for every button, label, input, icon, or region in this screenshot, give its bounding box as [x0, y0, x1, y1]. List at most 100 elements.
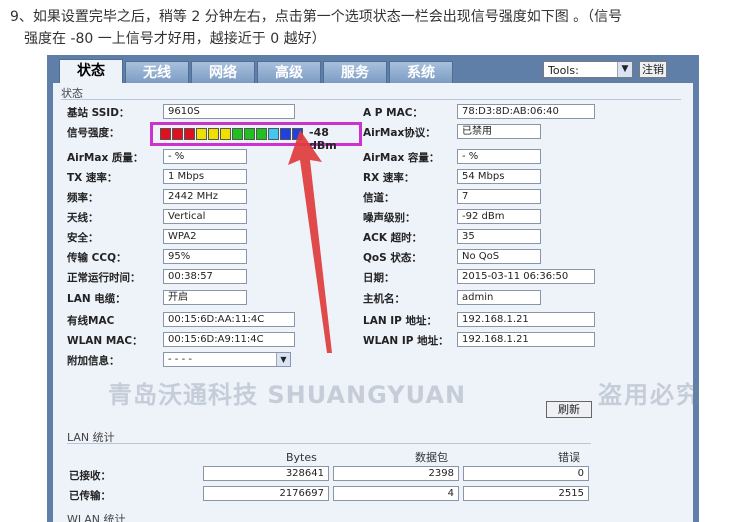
signal-label: 信号强度： [67, 127, 120, 139]
noise-label: 噪声级别： [363, 212, 416, 224]
airmax-quality-label: AirMax 质量： [67, 152, 144, 164]
transmitted-label: 已传输： [69, 490, 111, 502]
tab-services[interactable]: 服务 [323, 61, 387, 83]
watermark-text-right: 盗用必究 [598, 381, 699, 409]
wlan-mac-label: WLAN MAC： [67, 335, 143, 347]
lan-cable-field: 开启 [163, 290, 247, 305]
date-label: 日期： [363, 272, 395, 284]
frequency-field: 2442 MHz [163, 189, 247, 204]
signal-bar [220, 128, 231, 140]
chevron-down-icon: ▼ [617, 62, 632, 77]
wlan-mac-field: 00:15:6D:A9:11:4C [163, 332, 295, 347]
status-panel: 状态 基站 SSID： 信号强度： AirMax 质量： TX 速率： 频率： … [53, 83, 699, 522]
column-header-errors: 错误 [558, 451, 580, 464]
tab-status[interactable]: 状态 [59, 59, 123, 83]
signal-bar [232, 128, 243, 140]
signal-bar [172, 128, 183, 140]
extra-info-select-value: - - - - [168, 354, 192, 365]
antenna-label: 天线： [67, 212, 99, 224]
noise-field: -92 dBm [457, 209, 541, 224]
signal-bar [160, 128, 171, 140]
tab-wireless[interactable]: 无线 [125, 61, 189, 83]
ap-mac-field: 78:D3:8D:AB:06:40 [457, 104, 595, 119]
airmax-capacity-label: AirMax 容量： [363, 152, 440, 164]
ack-timeout-field: 35 [457, 229, 541, 244]
signal-dbm-value: -48 dBm [309, 126, 337, 152]
transmitted-errors: 2515 [463, 486, 589, 501]
instruction-line-1: 9、如果设置完毕之后，稍等 2 分钟左右，点击第一个选项状态一栏会出现信号强度如… [10, 9, 623, 25]
tab-system[interactable]: 系统 [389, 61, 453, 83]
qos-label: QoS 状态： [363, 252, 422, 264]
tab-advanced[interactable]: 高级 [257, 61, 321, 83]
signal-bar [196, 128, 207, 140]
lan-cable-label: LAN 电缆： [67, 293, 126, 305]
extra-info-select[interactable]: - - - - ▼ [163, 352, 291, 367]
wlan-stats-title: WLAN 统计 [67, 513, 126, 522]
tab-bar: 状态 无线 网络 高级 服务 系统 Tools: ▼ 注销 [47, 55, 699, 83]
signal-strength-meter [160, 128, 303, 140]
tools-select[interactable]: Tools: ▼ [543, 61, 633, 78]
instruction-line-2: 强度在 -80 一上信号才好用，越接近于 0 越好） [24, 31, 326, 47]
channel-field: 7 [457, 189, 541, 204]
frequency-label: 频率： [67, 192, 99, 204]
received-packets: 2398 [333, 466, 459, 481]
uptime-field: 00:38:57 [163, 269, 247, 284]
transmitted-packets: 4 [333, 486, 459, 501]
ap-mac-label: A P MAC： [363, 107, 423, 119]
hostname-label: 主机名： [363, 293, 405, 305]
signal-bar [244, 128, 255, 140]
ack-timeout-label: ACK 超时： [363, 232, 423, 244]
wlan-stats-header: WLAN 统计 [67, 511, 126, 522]
hostname-field: admin [457, 290, 541, 305]
received-errors: 0 [463, 466, 589, 481]
router-admin-window: 状态 无线 网络 高级 服务 系统 Tools: ▼ 注销 状态 基站 SSID… [47, 55, 699, 522]
received-bytes: 328641 [203, 466, 329, 481]
signal-bar [208, 128, 219, 140]
received-label: 已接收： [69, 470, 111, 482]
refresh-button[interactable]: 刷新 [546, 401, 592, 418]
wired-mac-field: 00:15:6D:AA:11:4C [163, 312, 295, 327]
tools-select-value: Tools: [548, 64, 579, 77]
chevron-down-icon: ▼ [276, 353, 290, 366]
ccq-field: 95% [163, 249, 247, 264]
lan-stats-header: LAN 统计 [67, 429, 591, 445]
ccq-label: 传输 CCQ： [67, 252, 127, 264]
tx-rate-field: 1 Mbps [163, 169, 247, 184]
transmitted-bytes: 2176697 [203, 486, 329, 501]
instruction-text: 9、如果设置完毕之后，稍等 2 分钟左右，点击第一个选项状态一栏会出现信号强度如… [10, 6, 722, 50]
wlan-ip-label: WLAN IP 地址： [363, 335, 449, 347]
status-section-header: 状态 [61, 85, 681, 101]
column-header-packets: 数据包 [415, 451, 448, 464]
security-field: WPA2 [163, 229, 247, 244]
divider [67, 443, 591, 444]
ssid-field: 9610S [163, 104, 295, 119]
channel-label: 信道： [363, 192, 395, 204]
column-header-bytes: Bytes [286, 451, 317, 464]
rx-rate-label: RX 速率： [363, 172, 415, 184]
airmax-quality-field: - % [163, 149, 247, 164]
security-label: 安全： [67, 232, 99, 244]
rx-rate-field: 54 Mbps [457, 169, 541, 184]
tab-network[interactable]: 网络 [191, 61, 255, 83]
signal-bar [268, 128, 279, 140]
airmax-capacity-field: - % [457, 149, 541, 164]
wired-mac-label: 有线MAC [67, 315, 115, 327]
signal-bar [256, 128, 267, 140]
airmax-protocol-field: 已禁用 [457, 124, 541, 139]
wlan-ip-field: 192.168.1.21 [457, 332, 595, 347]
lan-ip-field: 192.168.1.21 [457, 312, 595, 327]
signal-bar [184, 128, 195, 140]
ssid-label: 基站 SSID： [67, 107, 130, 119]
date-field: 2015-03-11 06:36:50 [457, 269, 595, 284]
divider [61, 99, 681, 100]
airmax-protocol-label: AirMax协议： [363, 127, 436, 139]
extra-info-label: 附加信息： [67, 355, 120, 367]
signal-bar [292, 128, 303, 140]
qos-field: No QoS [457, 249, 541, 264]
signal-strength-highlight: -48 dBm [150, 122, 362, 152]
tx-rate-label: TX 速率： [67, 172, 118, 184]
uptime-label: 正常运行时间： [67, 272, 141, 284]
watermark-text: 青岛沃通科技 SHUANGYUAN [108, 381, 467, 409]
logout-button[interactable]: 注销 [639, 61, 667, 78]
signal-bar [280, 128, 291, 140]
